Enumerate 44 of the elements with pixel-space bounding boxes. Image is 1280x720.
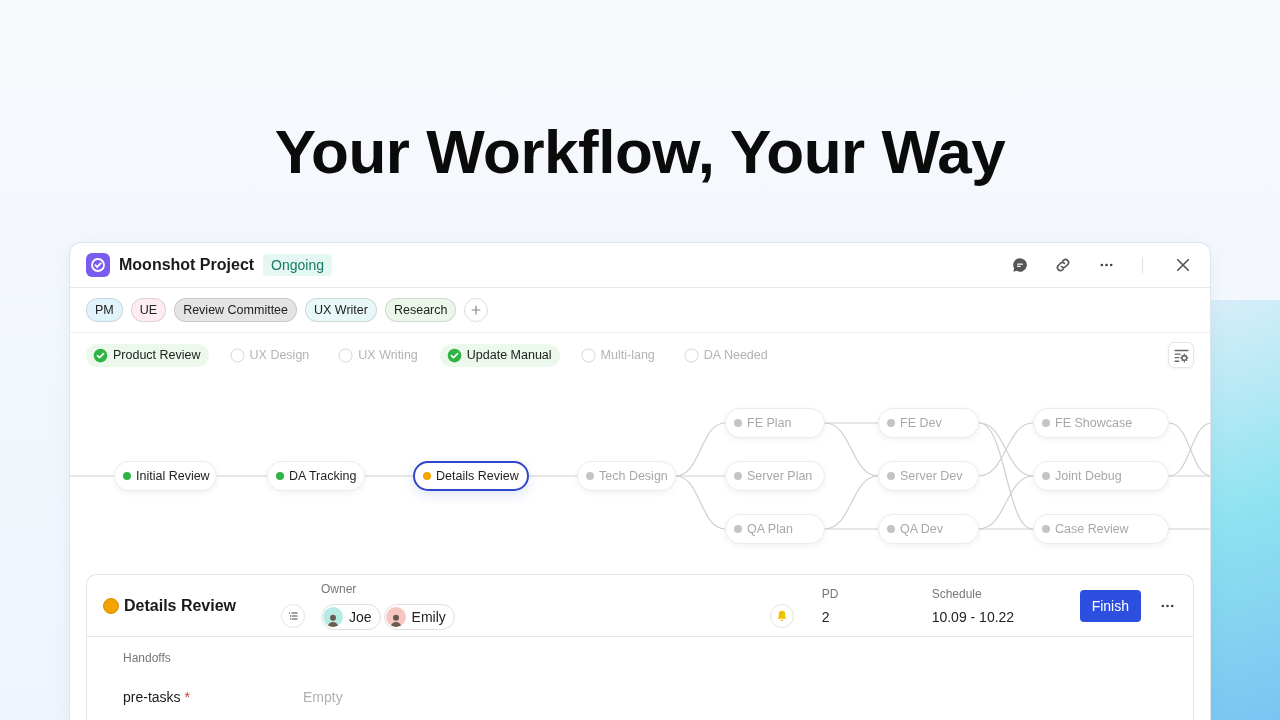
check-circle-icon	[446, 347, 462, 363]
comment-icon	[1011, 256, 1029, 274]
project-logo-icon	[86, 253, 110, 277]
crossing-connectors	[978, 422, 1034, 477]
task-title: Details Review	[124, 596, 237, 615]
crossing-connectors	[1168, 422, 1210, 477]
subtasks-button[interactable]	[281, 603, 305, 628]
status-badge: Ongoing	[263, 254, 333, 276]
flow-node[interactable]: Details Review	[413, 461, 529, 491]
empty-circle-icon	[683, 347, 699, 363]
step-toggle[interactable]: Product Review	[86, 343, 209, 367]
more-icon	[1159, 603, 1175, 608]
empty-circle-icon	[338, 347, 354, 363]
field-label: PD	[821, 586, 840, 601]
step-toggle[interactable]: Multi-lang	[573, 343, 663, 367]
role-tag: UE	[130, 298, 167, 322]
field-label: Owner	[321, 581, 358, 596]
pd-value: 2	[821, 608, 831, 625]
role-tag: UX Writer	[305, 298, 377, 322]
more-icon	[1098, 263, 1114, 267]
flow-node[interactable]: Initial Review	[114, 461, 217, 491]
step-toggle[interactable]: UX Design	[222, 343, 318, 367]
input-field[interactable]: Empty	[303, 687, 503, 707]
role-tag: Research	[384, 298, 457, 322]
step-toggle[interactable]: DA Needed	[676, 343, 776, 367]
view-settings-button[interactable]	[1168, 342, 1194, 368]
check-circle-icon	[93, 347, 108, 363]
link-icon	[1054, 256, 1072, 274]
finish-button[interactable]: Finish	[1079, 589, 1141, 622]
empty-circle-icon	[580, 347, 596, 363]
close-icon	[1174, 256, 1192, 274]
step-toggle[interactable]: Update Manual	[439, 343, 560, 367]
section-label: Handoffs	[123, 651, 172, 665]
field-label: pre-tasks *	[123, 689, 192, 705]
empty-circle-icon	[229, 347, 245, 363]
flow-node[interactable]: DA Tracking	[267, 461, 365, 491]
role-tag: PM	[86, 298, 123, 322]
step-toggle[interactable]: UX Writing	[331, 343, 426, 367]
schedule-value: 10.09 - 10.22	[931, 608, 1016, 625]
role-tag: Review Committee	[174, 298, 297, 322]
headline: Your Workflow, Your Way	[274, 116, 1006, 188]
connector-line	[1168, 475, 1210, 477]
project-title: Moonshot Project	[119, 256, 255, 274]
field-label: Schedule	[931, 586, 983, 601]
